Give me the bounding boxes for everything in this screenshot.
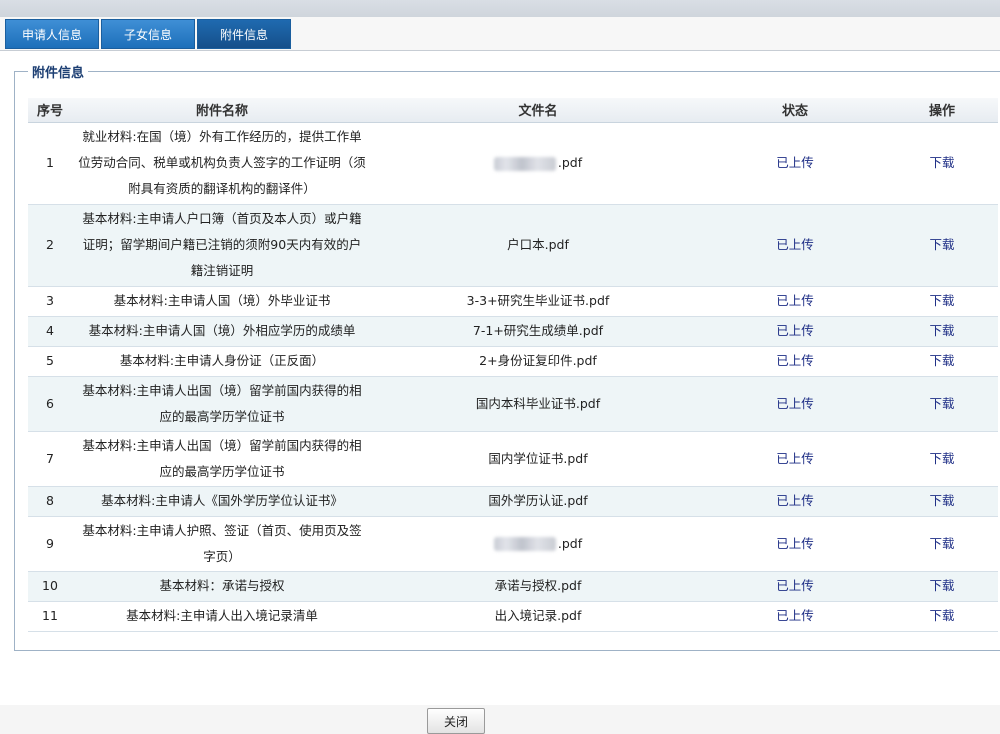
cell-download[interactable]: 下载 <box>886 486 998 517</box>
cell-status: 已上传 <box>704 571 886 602</box>
tab-children-info[interactable]: 子女信息 <box>101 19 195 49</box>
cell-no: 10 <box>28 571 72 602</box>
cell-attachment-name: 基本材料:主申请人出国（境）留学前国内获得的相应的最高学历学位证书 <box>72 376 372 432</box>
table-row: 11 基本材料:主申请人出入境记录清单 出入境记录.pdf 已上传 下载 <box>28 601 998 632</box>
cell-no: 5 <box>28 346 72 377</box>
cell-no: 7 <box>28 431 72 487</box>
table-row: 4 基本材料:主申请人国（境）外相应学历的成绩单 7-1+研究生成绩单.pdf 已上传… <box>28 316 998 347</box>
cell-download[interactable]: 下载 <box>886 516 998 572</box>
file-extension: .pdf <box>557 535 583 551</box>
redacted-filename <box>493 156 556 171</box>
cell-no: 8 <box>28 486 72 517</box>
cell-status: 已上传 <box>704 516 886 572</box>
header-no: 序号 <box>28 98 72 123</box>
window-top-strip <box>0 0 1000 17</box>
cell-status: 已上传 <box>704 431 886 487</box>
cell-file-name: 户口本.pdf <box>372 204 704 287</box>
cell-attachment-name: 基本材料:主申请人出国（境）留学前国内获得的相应的最高学历学位证书 <box>72 431 372 487</box>
cell-file-name: .pdf <box>372 122 704 205</box>
cell-download[interactable]: 下载 <box>886 204 998 287</box>
cell-download[interactable]: 下载 <box>886 431 998 487</box>
tab-attachment-info[interactable]: 附件信息 <box>197 19 291 49</box>
cell-file-name: 出入境记录.pdf <box>372 601 704 632</box>
table-row: 8 基本材料:主申请人《国外学历学位认证书》 国外学历认证.pdf 已上传 下载 <box>28 486 998 517</box>
cell-no: 4 <box>28 316 72 347</box>
cell-status: 已上传 <box>704 316 886 347</box>
cell-status: 已上传 <box>704 346 886 377</box>
tab-applicant-info[interactable]: 申请人信息 <box>5 19 99 49</box>
close-button[interactable]: 关闭 <box>427 708 485 734</box>
header-action: 操作 <box>886 98 998 123</box>
cell-file-name: 7-1+研究生成绩单.pdf <box>372 316 704 347</box>
redacted-filename <box>493 537 556 551</box>
attachment-panel: 附件信息 序号 附件名称 文件名 状态 操作 1 就业材料:在国（境）外有工作经历… <box>0 50 1000 734</box>
header-attachment-name: 附件名称 <box>72 98 372 123</box>
table-row: 1 就业材料:在国（境）外有工作经历的，提供工作单位劳动合同、税单或机构负责人签字… <box>28 122 998 205</box>
cell-status: 已上传 <box>704 286 886 317</box>
cell-file-name: 国外学历认证.pdf <box>372 486 704 517</box>
cell-status: 已上传 <box>704 486 886 517</box>
cell-status: 已上传 <box>704 204 886 287</box>
tab-bar: 申请人信息 子女信息 附件信息 <box>0 17 1000 50</box>
attachment-table: 序号 附件名称 文件名 状态 操作 1 就业材料:在国（境）外有工作经历的，提供工… <box>28 98 998 632</box>
table-row: 10 基本材料：承诺与授权 承诺与授权.pdf 已上传 下载 <box>28 571 998 602</box>
cell-no: 6 <box>28 376 72 432</box>
cell-attachment-name: 基本材料:主申请人护照、签证（首页、使用页及签字页） <box>72 516 372 572</box>
cell-attachment-name: 基本材料:主申请人《国外学历学位认证书》 <box>72 486 372 517</box>
header-file-name: 文件名 <box>372 98 704 123</box>
cell-no: 11 <box>28 601 72 632</box>
header-status: 状态 <box>704 98 886 123</box>
cell-attachment-name: 就业材料:在国（境）外有工作经历的，提供工作单位劳动合同、税单或机构负责人签字的… <box>72 122 372 205</box>
table-row: 3 基本材料:主申请人国（境）外毕业证书 3-3+研究生毕业证书.pdf 已上传 下载 <box>28 286 998 317</box>
cell-no: 3 <box>28 286 72 317</box>
cell-download[interactable]: 下载 <box>886 316 998 347</box>
table-row: 9 基本材料:主申请人护照、签证（首页、使用页及签字页） .pdf 已上传 下载 <box>28 516 998 572</box>
cell-attachment-name: 基本材料:主申请人户口簿（首页及本人页）或户籍证明；留学期间户籍已注销的须附90… <box>72 204 372 287</box>
cell-file-name: 国内学位证书.pdf <box>372 431 704 487</box>
cell-status: 已上传 <box>704 122 886 205</box>
table-header-row: 序号 附件名称 文件名 状态 操作 <box>28 98 998 123</box>
cell-download[interactable]: 下载 <box>886 376 998 432</box>
cell-attachment-name: 基本材料:主申请人出入境记录清单 <box>72 601 372 632</box>
cell-download[interactable]: 下载 <box>886 286 998 317</box>
cell-file-name: 2+身份证复印件.pdf <box>372 346 704 377</box>
file-extension: .pdf <box>557 155 583 170</box>
cell-attachment-name: 基本材料:主申请人国（境）外毕业证书 <box>72 286 372 317</box>
cell-file-name: 3-3+研究生毕业证书.pdf <box>372 286 704 317</box>
table-row: 2 基本材料:主申请人户口簿（首页及本人页）或户籍证明；留学期间户籍已注销的须附9… <box>28 204 998 287</box>
cell-no: 9 <box>28 516 72 572</box>
section-legend: 附件信息 <box>28 62 89 81</box>
cell-download[interactable]: 下载 <box>886 601 998 632</box>
table-row: 6 基本材料:主申请人出国（境）留学前国内获得的相应的最高学历学位证书 国内本科毕业… <box>28 376 998 432</box>
cell-no: 1 <box>28 122 72 205</box>
cell-attachment-name: 基本材料:主申请人身份证（正反面） <box>72 346 372 377</box>
cell-file-name: 承诺与授权.pdf <box>372 571 704 602</box>
table-row: 5 基本材料:主申请人身份证（正反面） 2+身份证复印件.pdf 已上传 下载 <box>28 346 998 377</box>
cell-attachment-name: 基本材料:主申请人国（境）外相应学历的成绩单 <box>72 316 372 347</box>
cell-download[interactable]: 下载 <box>886 346 998 377</box>
cell-file-name: .pdf <box>372 516 704 572</box>
cell-status: 已上传 <box>704 601 886 632</box>
cell-download[interactable]: 下载 <box>886 122 998 205</box>
cell-attachment-name: 基本材料：承诺与授权 <box>72 571 372 602</box>
table-row: 7 基本材料:主申请人出国（境）留学前国内获得的相应的最高学历学位证书 国内学位证书… <box>28 431 998 487</box>
cell-no: 2 <box>28 204 72 287</box>
cell-file-name: 国内本科毕业证书.pdf <box>372 376 704 432</box>
cell-download[interactable]: 下载 <box>886 571 998 602</box>
cell-status: 已上传 <box>704 376 886 432</box>
